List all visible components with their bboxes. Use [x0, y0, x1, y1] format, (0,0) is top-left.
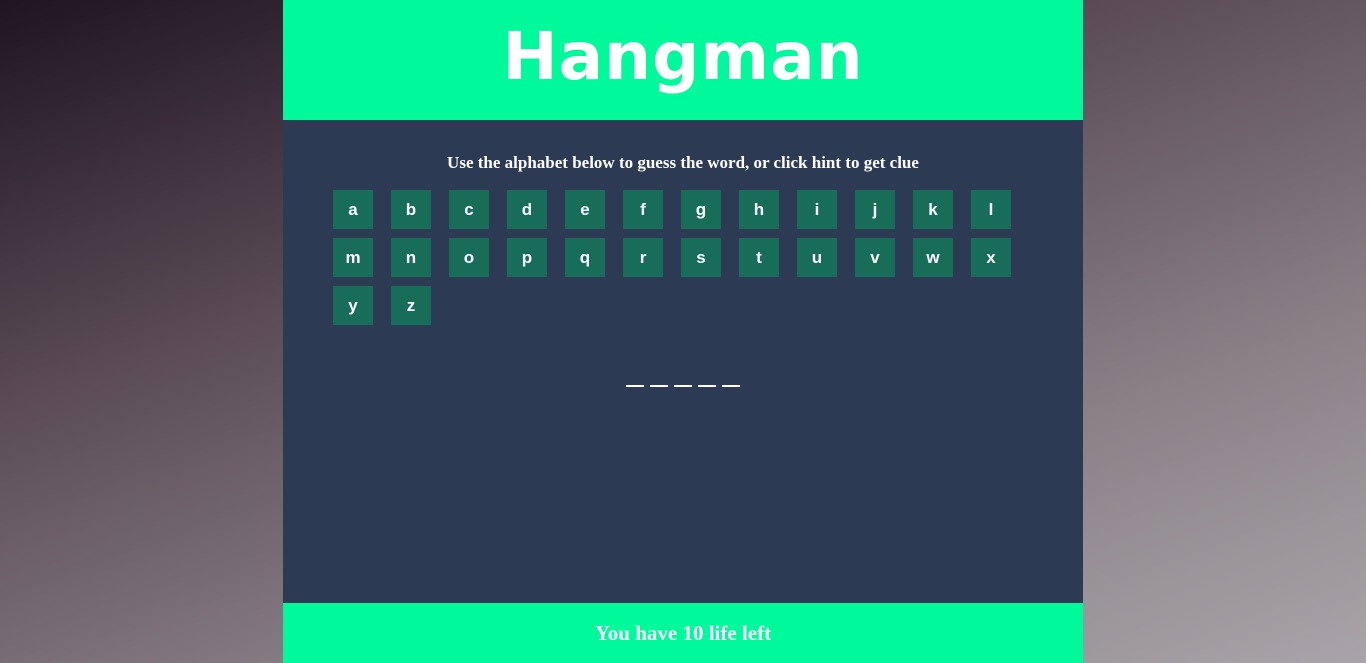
alphabet-buttons: abcdefghijkl mnopqrstuvwx yz	[333, 190, 1033, 334]
letter-button-p[interactable]: p	[507, 238, 547, 277]
page-title: Hangman	[502, 18, 864, 95]
letter-button-e[interactable]: e	[565, 190, 605, 229]
letter-blank	[650, 367, 668, 387]
letter-button-v[interactable]: v	[855, 238, 895, 277]
letter-button-g[interactable]: g	[681, 190, 721, 229]
letter-button-s[interactable]: s	[681, 238, 721, 277]
letter-button-n[interactable]: n	[391, 238, 431, 277]
letter-button-x[interactable]: x	[971, 238, 1011, 277]
letter-button-i[interactable]: i	[797, 190, 837, 229]
letter-button-j[interactable]: j	[855, 190, 895, 229]
letter-button-z[interactable]: z	[391, 286, 431, 325]
letter-blank	[626, 367, 644, 387]
word-blanks	[283, 367, 1083, 387]
letter-button-y[interactable]: y	[333, 286, 373, 325]
letter-button-l[interactable]: l	[971, 190, 1011, 229]
letter-button-d[interactable]: d	[507, 190, 547, 229]
letter-button-h[interactable]: h	[739, 190, 779, 229]
letter-button-a[interactable]: a	[333, 190, 373, 229]
letter-button-m[interactable]: m	[333, 238, 373, 277]
letter-blank	[698, 367, 716, 387]
lives-remaining: You have 10 life left	[594, 620, 772, 645]
letter-blank	[722, 367, 740, 387]
footer: You have 10 life left	[283, 603, 1083, 663]
instructions-text: Use the alphabet below to guess the word…	[447, 153, 919, 172]
letter-button-q[interactable]: q	[565, 238, 605, 277]
header: Hangman	[283, 0, 1083, 120]
letter-blank	[674, 367, 692, 387]
letter-button-w[interactable]: w	[913, 238, 953, 277]
letter-button-c[interactable]: c	[449, 190, 489, 229]
letter-button-f[interactable]: f	[623, 190, 663, 229]
letter-button-o[interactable]: o	[449, 238, 489, 277]
letter-button-t[interactable]: t	[739, 238, 779, 277]
letter-button-u[interactable]: u	[797, 238, 837, 277]
letter-button-b[interactable]: b	[391, 190, 431, 229]
letter-button-r[interactable]: r	[623, 238, 663, 277]
letter-button-k[interactable]: k	[913, 190, 953, 229]
game-container: Hangman Use the alphabet below to guess …	[283, 0, 1083, 663]
